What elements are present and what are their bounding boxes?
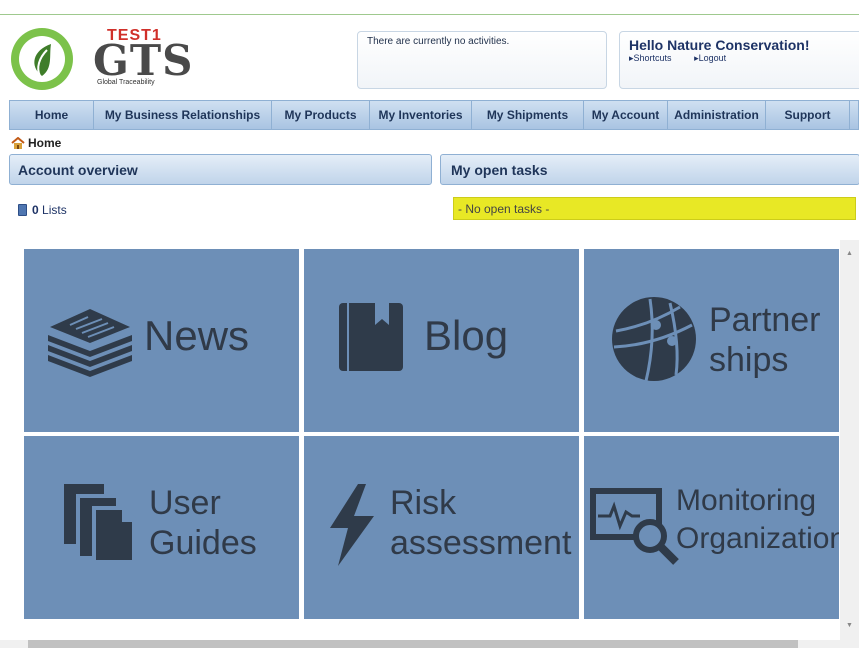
vertical-scrollbar[interactable]: ▲ ▼: [840, 240, 859, 640]
documents-icon: [64, 484, 136, 564]
user-box: Hello Nature Conservation! ▸Shortcuts ▸L…: [619, 31, 859, 89]
tile-risk-label-2: assessment: [390, 524, 572, 562]
monitor-search-icon: [590, 488, 679, 565]
breadcrumb[interactable]: Home: [11, 136, 61, 150]
shortcuts-link[interactable]: ▸Shortcuts: [629, 53, 682, 63]
nav-administration[interactable]: Administration: [668, 101, 766, 129]
tile-risk-assessment[interactable]: Risk assessment: [304, 436, 579, 619]
activity-text: There are currently no activities.: [367, 36, 510, 47]
tile-blog[interactable]: Blog: [304, 249, 579, 432]
tile-news-label: News: [144, 312, 250, 359]
nav-inventories[interactable]: My Inventories: [370, 101, 472, 129]
lists-label: Lists: [42, 203, 67, 217]
tile-user-guides-label-2: Guides: [149, 524, 257, 562]
breadcrumb-home: Home: [28, 136, 62, 150]
tile-monitoring-organization[interactable]: Monitoring Organization: [584, 436, 839, 619]
tile-news[interactable]: News: [24, 249, 299, 432]
main-nav: Home My Business Relationships My Produc…: [9, 100, 859, 130]
tile-risk-label-1: Risk: [390, 484, 457, 522]
greeting: Hello Nature Conservation!: [629, 37, 810, 53]
logo-subtitle: Global Traceability: [97, 79, 155, 86]
list-icon: [18, 204, 27, 216]
tiles-area: News Blog Partner ships User Guides Risk…: [0, 240, 859, 640]
activity-box: There are currently no activities.: [357, 31, 607, 89]
open-tasks-header: My open tasks: [440, 154, 859, 185]
tile-partnerships-label-1: Partner: [709, 301, 821, 339]
nav-home[interactable]: Home: [10, 101, 94, 129]
logo-icon: [11, 28, 73, 90]
tile-blog-label: Blog: [424, 312, 509, 359]
horizontal-scroll-thumb[interactable]: [28, 640, 798, 648]
nav-shipments[interactable]: My Shipments: [472, 101, 584, 129]
lightning-icon: [330, 484, 374, 566]
home-icon: [11, 137, 25, 149]
top-divider: [0, 14, 859, 15]
nav-support[interactable]: Support: [766, 101, 850, 129]
lists-link[interactable]: 0 Lists: [18, 203, 67, 217]
tile-monitoring-label-2: Organization: [676, 522, 839, 555]
nav-account[interactable]: My Account: [584, 101, 668, 129]
tile-monitoring-label-1: Monitoring: [676, 484, 817, 517]
book-icon: [339, 303, 403, 371]
scroll-down-icon[interactable]: ▼: [846, 622, 853, 629]
globe-network-icon: [612, 297, 696, 382]
tile-partnerships-label-2: ships: [709, 341, 789, 379]
tile-partnerships[interactable]: Partner ships: [584, 249, 839, 432]
account-overview-header: Account overview: [9, 154, 432, 185]
tile-user-guides[interactable]: User Guides: [24, 436, 299, 619]
nav-products[interactable]: My Products: [272, 101, 370, 129]
logout-link[interactable]: ▸Logout: [694, 53, 736, 63]
scroll-up-icon[interactable]: ▲: [846, 250, 853, 257]
newspaper-icon: [48, 309, 132, 377]
horizontal-scrollbar[interactable]: [0, 640, 859, 648]
lists-count: 0: [32, 203, 39, 217]
no-tasks-message: - No open tasks -: [453, 197, 856, 220]
logo-name: GTS: [93, 36, 194, 85]
nav-business-relationships[interactable]: My Business Relationships: [94, 101, 272, 129]
tile-user-guides-label-1: User: [149, 484, 221, 522]
